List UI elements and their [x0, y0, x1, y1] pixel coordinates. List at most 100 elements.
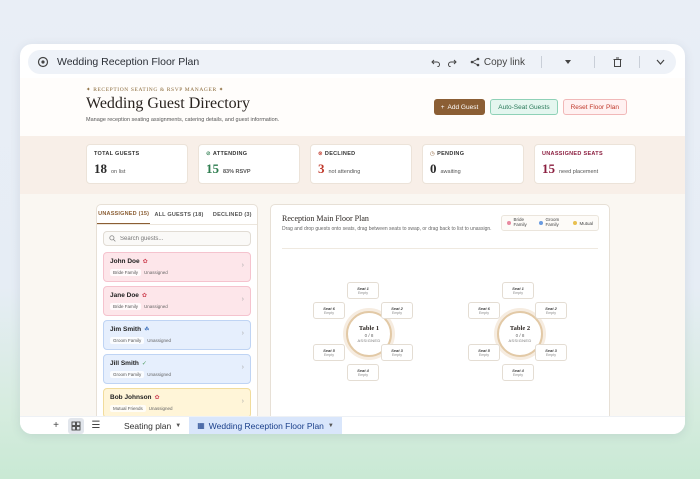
guest-status: Unassigned	[147, 338, 172, 343]
legend-item-bride: Bride Family	[507, 217, 533, 228]
guest-card[interactable]: Bob Johnson ✿ Mutual Friends Unassigned ›	[103, 388, 251, 416]
chevron-down-icon[interactable]	[652, 54, 668, 70]
seat-slot[interactable]: Seat 6 Empty	[313, 302, 345, 319]
leaf-icon: ✓	[141, 361, 147, 367]
redo-icon[interactable]	[444, 54, 460, 70]
stat-sub: awaiting	[440, 169, 461, 175]
dropdown-caret-icon[interactable]	[560, 54, 576, 70]
seat-slot[interactable]: Seat 6 Empty	[468, 302, 500, 319]
dashboard-icon[interactable]	[68, 417, 84, 434]
sheet-bar: + ☰ Seating plan ▼ ▦ Wedding Reception F…	[20, 416, 685, 434]
header-actions: + Add Guest Auto-Seat Guests Reset Floor…	[433, 99, 627, 115]
search-input[interactable]	[120, 235, 240, 242]
page-subtitle: Manage reception seating assignments, ca…	[86, 117, 280, 123]
seat-slot[interactable]: Seat 3 Empty	[381, 344, 413, 361]
title-bar: Wedding Reception Floor Plan Copy link	[28, 50, 676, 74]
clock-icon: ◷	[430, 151, 436, 157]
guest-tag: Mutual Friends	[110, 405, 146, 412]
floor-plan-panel: Reception Main Floor Plan Drag and drop …	[270, 204, 610, 416]
toolbar-divider	[541, 56, 542, 68]
page-title: Wedding Guest Directory	[86, 95, 250, 112]
check-circle-icon: ⊘	[206, 151, 211, 157]
vegan-icon: ☘	[144, 327, 150, 333]
stat-sub: on list	[111, 169, 126, 175]
stat-sub: 83% RSVP	[223, 169, 251, 175]
tab-all-guests[interactable]: ALL GUESTS (18)	[150, 205, 207, 224]
undo-icon[interactable]	[428, 54, 444, 70]
search-box	[103, 231, 251, 246]
table-name: Table 2	[509, 325, 531, 332]
seat-slot[interactable]: Seat 2 Empty	[535, 302, 567, 319]
seat-slot[interactable]: Seat 5 Empty	[313, 344, 345, 361]
stat-card-declined: ⊗ DECLINED 3 not attending	[310, 144, 412, 184]
guest-tag: Bride Family	[110, 269, 142, 276]
tab-unassigned[interactable]: UNASSIGNED (15)	[97, 205, 151, 224]
guest-name: Jim Smith	[110, 326, 142, 333]
window-title: Wedding Reception Floor Plan	[57, 56, 200, 68]
sheet-tab-seating-plan[interactable]: Seating plan ▼	[116, 417, 189, 435]
stat-sub: not attending	[328, 169, 361, 175]
toolbar-divider	[639, 56, 640, 68]
auto-seat-button[interactable]: Auto-Seat Guests	[490, 99, 558, 115]
guest-name: Jill Smith	[110, 360, 139, 367]
stat-value: 3	[318, 161, 325, 176]
stat-label: DECLINED	[324, 151, 356, 157]
seat-slot[interactable]: Seat 1 Empty	[502, 282, 534, 299]
app-icon	[36, 55, 50, 69]
seat-slot[interactable]: Seat 1 Empty	[347, 282, 379, 299]
guest-name: Bob Johnson	[110, 394, 152, 401]
seat-slot[interactable]: Seat 4 Empty	[347, 364, 379, 381]
x-circle-icon: ⊗	[318, 151, 323, 157]
tab-declined[interactable]: DECLINED (3)	[208, 205, 257, 224]
search-icon	[109, 235, 116, 242]
header-kicker: ✦ Reception Seating & RSVP Manager ✦	[86, 87, 224, 93]
guest-list-panel: UNASSIGNED (15) ALL GUESTS (18) DECLINED…	[96, 204, 258, 416]
stat-sub: need placement	[559, 169, 599, 175]
party-icon: ✿	[142, 259, 148, 265]
party-icon: ✿	[141, 293, 147, 299]
guest-card[interactable]: Jane Doe ✿ Bride Family Unassigned ›	[103, 286, 251, 316]
trash-icon[interactable]	[609, 54, 625, 70]
guest-status: Unassigned	[147, 372, 172, 377]
floor-plan-description: Drag and drop guests onto seats, drag be…	[282, 226, 492, 232]
plus-icon: +	[440, 103, 445, 111]
stat-value: 15	[542, 161, 555, 176]
stat-card-unassigned: UNASSIGNED SEATS 15 need placement	[534, 144, 636, 184]
stat-value: 15	[206, 161, 219, 176]
add-sheet-icon[interactable]: +	[48, 418, 64, 434]
guest-card[interactable]: Jill Smith ✓ Groom Family Unassigned ›	[103, 354, 251, 384]
star-icon: ✦	[218, 87, 224, 93]
floor-plan-title: Reception Main Floor Plan	[282, 214, 369, 223]
add-guest-button[interactable]: + Add Guest	[433, 99, 486, 115]
seat-slot[interactable]: Seat 2 Empty	[381, 302, 413, 319]
seat-slot[interactable]: Seat 5 Empty	[468, 344, 500, 361]
table-name: Table 1	[358, 325, 380, 332]
seat-slot[interactable]: Seat 4 Empty	[502, 364, 534, 381]
divider	[282, 248, 598, 249]
dashboard-icon: ▦	[197, 421, 205, 430]
guest-status: Unassigned	[148, 406, 173, 411]
page-content: ✦ Reception Seating & RSVP Manager ✦ Wed…	[20, 78, 685, 416]
reset-floor-plan-button[interactable]: Reset Floor Plan	[562, 99, 627, 115]
guest-card[interactable]: Jim Smith ☘ Groom Family Unassigned ›	[103, 320, 251, 350]
seat-slot[interactable]: Seat 3 Empty	[535, 344, 567, 361]
app-window: Wedding Reception Floor Plan Copy link ✦	[20, 44, 685, 434]
guest-tag: Groom Family	[110, 337, 145, 344]
stat-label: PENDING	[437, 151, 465, 157]
stat-card-pending: ◷ PENDING 0 awaiting	[422, 144, 524, 184]
guest-status: Unassigned	[144, 270, 168, 275]
menu-icon[interactable]: ☰	[88, 418, 104, 434]
guest-tag: Bride Family	[110, 303, 142, 310]
party-icon: ✿	[154, 395, 160, 401]
share-icon	[470, 57, 480, 67]
star-icon: ✦	[86, 87, 92, 93]
guest-name: Jane Doe	[110, 292, 139, 299]
group-legend: Bride Family Groom Family Mutual	[501, 215, 599, 231]
copy-link-button[interactable]: Copy link	[470, 52, 525, 72]
guest-card[interactable]: John Doe ✿ Bride Family Unassigned ›	[103, 252, 251, 282]
chevron-right-icon: ›	[241, 364, 244, 371]
table-sub: ASSIGNED	[508, 338, 532, 343]
chevron-right-icon: ›	[241, 330, 244, 337]
stat-label: UNASSIGNED SEATS	[542, 151, 603, 157]
sheet-tab-floor-plan[interactable]: ▦ Wedding Reception Floor Plan ▼	[189, 416, 342, 434]
